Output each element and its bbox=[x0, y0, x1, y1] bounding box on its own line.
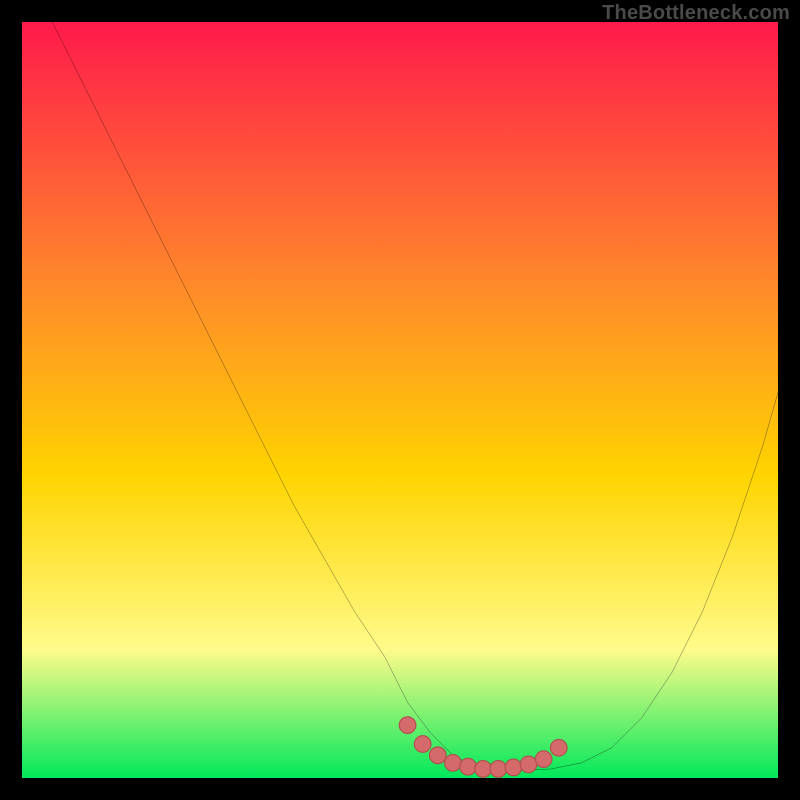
watermark-label: TheBottleneck.com bbox=[602, 2, 790, 25]
trough-marker bbox=[399, 717, 416, 734]
trough-marker bbox=[550, 739, 567, 756]
trough-marker bbox=[490, 761, 507, 778]
chart-frame: TheBottleneck.com bbox=[0, 0, 800, 800]
trough-marker bbox=[520, 756, 537, 773]
trough-marker bbox=[475, 761, 492, 778]
trough-marker bbox=[445, 755, 462, 772]
bottleneck-chart bbox=[22, 22, 778, 778]
trough-marker bbox=[460, 758, 477, 775]
gradient-background bbox=[22, 22, 778, 778]
trough-marker bbox=[414, 736, 431, 753]
trough-marker bbox=[429, 747, 446, 764]
trough-marker bbox=[505, 759, 522, 776]
trough-marker bbox=[535, 751, 552, 768]
